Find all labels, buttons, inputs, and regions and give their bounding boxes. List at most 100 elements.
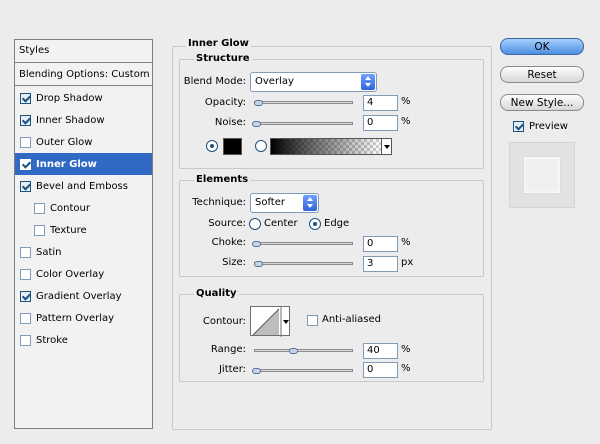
noise-input[interactable]: 0 xyxy=(363,115,398,131)
size-input[interactable]: 3 xyxy=(363,256,398,272)
style-item-color-overlay[interactable]: Color Overlay xyxy=(15,263,152,285)
style-item-label: Stroke xyxy=(36,334,68,346)
style-item-inner-glow[interactable]: Inner Glow xyxy=(15,153,152,175)
noise-slider-thumb[interactable] xyxy=(252,121,261,127)
style-item-satin[interactable]: Satin xyxy=(15,241,152,263)
drop-shadow-checkbox[interactable] xyxy=(20,92,31,104)
style-item-label: Color Overlay xyxy=(36,268,105,280)
style-item-texture[interactable]: Texture xyxy=(15,219,152,241)
style-item-label: Gradient Overlay xyxy=(36,290,122,302)
contour-curve-icon xyxy=(252,307,289,337)
gradient-dropdown-arrow[interactable] xyxy=(381,138,392,155)
preview-label: Preview xyxy=(529,121,568,132)
preview-swatch xyxy=(523,156,561,194)
solid-color-radio[interactable] xyxy=(206,140,218,152)
style-item-stroke[interactable]: Stroke xyxy=(15,329,152,351)
choke-slider[interactable] xyxy=(254,242,353,245)
satin-checkbox[interactable] xyxy=(20,246,31,258)
jitter-slider[interactable] xyxy=(254,369,353,372)
style-item-contour[interactable]: Contour xyxy=(15,197,152,219)
range-slider[interactable] xyxy=(254,349,353,352)
quality-title: Quality xyxy=(194,288,239,299)
opacity-slider-thumb[interactable] xyxy=(254,100,263,106)
blend-mode-label: Blend Mode: xyxy=(183,76,246,87)
outer-glow-checkbox[interactable] xyxy=(20,136,31,148)
jitter-slider-thumb[interactable] xyxy=(252,368,261,374)
range-slider-thumb[interactable] xyxy=(289,348,298,354)
choke-unit: % xyxy=(401,237,411,248)
texture-checkbox[interactable] xyxy=(34,224,45,236)
elements-title: Elements xyxy=(194,174,251,185)
contour-checkbox[interactable] xyxy=(34,202,45,214)
anti-aliased-checkbox[interactable] xyxy=(307,315,318,326)
jitter-label: Jitter: xyxy=(218,364,246,375)
technique-select[interactable]: Softer xyxy=(250,193,319,213)
size-label: Size: xyxy=(222,257,246,268)
style-item-gradient-overlay[interactable]: Gradient Overlay xyxy=(15,285,152,307)
range-input[interactable]: 40 xyxy=(363,343,398,359)
blending-options-label: Blending Options: Custom xyxy=(19,69,150,80)
style-item-label: Satin xyxy=(36,246,62,258)
range-label: Range: xyxy=(210,344,246,355)
styles-header-label: Styles xyxy=(19,45,50,56)
jitter-unit: % xyxy=(401,363,411,374)
noise-unit: % xyxy=(401,116,411,127)
blend-mode-value: Overlay xyxy=(255,76,294,87)
pattern-overlay-checkbox[interactable] xyxy=(20,312,31,324)
inner-glow-title: Inner Glow xyxy=(186,38,251,49)
source-center-radio[interactable] xyxy=(249,218,261,230)
style-item-label: Inner Glow xyxy=(36,158,97,170)
opacity-label: Opacity: xyxy=(204,97,246,108)
blend-mode-select[interactable]: Overlay xyxy=(250,72,377,92)
contour-label: Contour: xyxy=(202,316,246,327)
style-item-bevel-emboss[interactable]: Bevel and Emboss xyxy=(15,175,152,197)
range-unit: % xyxy=(401,344,411,355)
size-slider[interactable] xyxy=(254,262,353,265)
preview-checkbox[interactable] xyxy=(513,121,524,132)
style-item-inner-shadow[interactable]: Inner Shadow xyxy=(15,109,152,131)
style-item-pattern-overlay[interactable]: Pattern Overlay xyxy=(15,307,152,329)
technique-label: Technique: xyxy=(192,197,246,208)
anti-aliased-label: Anti-aliased xyxy=(322,314,382,325)
preview-thumbnail xyxy=(509,142,575,208)
opacity-input[interactable]: 4 xyxy=(363,95,398,111)
inner-glow-checkbox[interactable] xyxy=(20,158,31,170)
jitter-input[interactable]: 0 xyxy=(363,362,398,378)
gradient-overlay-checkbox[interactable] xyxy=(20,290,31,302)
opacity-slider[interactable] xyxy=(254,101,353,104)
noise-label: Noise: xyxy=(214,117,246,128)
bevel-emboss-checkbox[interactable] xyxy=(20,180,31,192)
stroke-checkbox[interactable] xyxy=(20,334,31,346)
source-edge-label: Edge xyxy=(324,218,350,229)
style-item-label: Drop Shadow xyxy=(36,92,103,104)
glow-gradient-picker[interactable] xyxy=(270,138,382,155)
new-style-button[interactable]: New Style... xyxy=(500,94,584,111)
style-item-label: Inner Shadow xyxy=(36,114,105,126)
style-item-label: Outer Glow xyxy=(36,136,93,148)
opacity-unit: % xyxy=(401,96,411,107)
select-arrows-icon xyxy=(303,195,317,211)
contour-picker[interactable] xyxy=(250,306,290,337)
choke-label: Choke: xyxy=(211,237,246,248)
size-unit: px xyxy=(401,257,414,268)
ok-button[interactable]: OK xyxy=(500,38,584,55)
source-label: Source: xyxy=(208,218,246,229)
style-item-label: Texture xyxy=(50,224,87,236)
source-center-label: Center xyxy=(264,218,298,229)
inner-shadow-checkbox[interactable] xyxy=(20,114,31,126)
choke-input[interactable]: 0 xyxy=(363,236,398,252)
reset-button[interactable]: Reset xyxy=(500,66,584,83)
size-slider-thumb[interactable] xyxy=(254,261,263,267)
styles-header[interactable]: Styles xyxy=(15,40,152,63)
noise-slider[interactable] xyxy=(254,122,353,125)
technique-value: Softer xyxy=(255,197,285,208)
glow-color-swatch[interactable] xyxy=(223,138,242,155)
choke-slider-thumb[interactable] xyxy=(252,241,261,247)
blending-options-item[interactable]: Blending Options: Custom xyxy=(15,64,152,86)
color-overlay-checkbox[interactable] xyxy=(20,268,31,280)
style-item-drop-shadow[interactable]: Drop Shadow xyxy=(15,87,152,109)
structure-title: Structure xyxy=(194,53,252,64)
gradient-radio[interactable] xyxy=(255,140,267,152)
style-item-outer-glow[interactable]: Outer Glow xyxy=(15,131,152,153)
source-edge-radio[interactable] xyxy=(309,218,321,230)
